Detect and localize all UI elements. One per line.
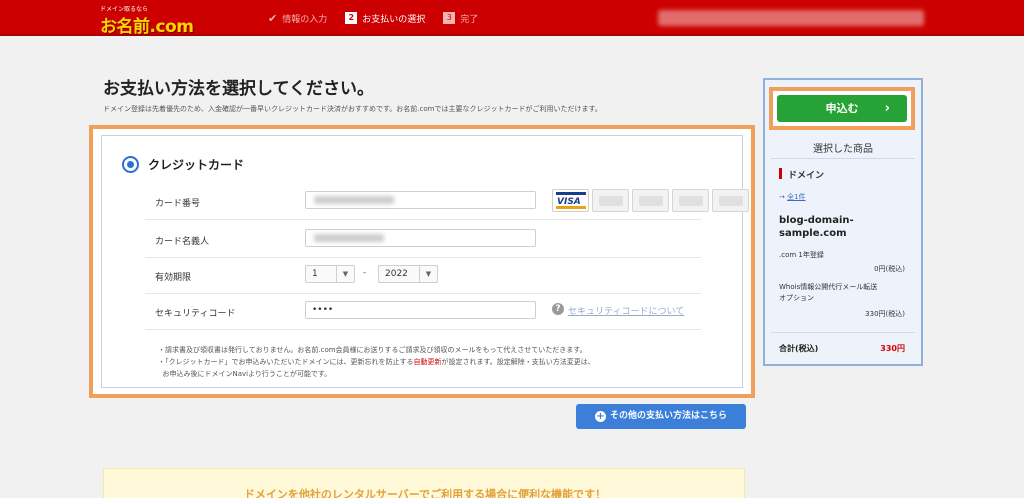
jcb-icon [632,189,669,212]
note-line-1: ・請求書及び領収書は発行しておりません。お名前.com会員様にお送りするご請求及… [158,346,587,354]
step-3-number: 3 [443,12,456,24]
logo-name: お名前.com [100,17,194,37]
expiry-label: 有効期限 [155,273,192,283]
security-code-label: セキュリティコード [155,309,236,319]
security-code-input[interactable]: •••• [305,301,536,319]
note-line-2: ・「クレジットカード」でお申込みいただいたドメインには、更新忘れを防止する自動更… [158,358,595,366]
other-payment-methods-button[interactable]: + その他の支払い方法はこちら [576,404,746,429]
step-2-label: お支払いの選択 [362,14,426,25]
page-description: ドメイン登録は先着優先のため、入金確認が一番早いクレジットカード決済がおすすめで… [103,105,602,113]
card-holder-input[interactable] [305,229,536,247]
domain-name-line-1: blog-domain- [779,215,854,226]
domain-name-line-2: sample.com [779,228,847,239]
progress-steps: ✔ 情報の入力 2 お支払いの選択 3 完了 [268,10,496,26]
mastercard-icon [592,189,629,212]
expiry-row: 有効期限 1 ▼ - 2022 ▼ [145,258,701,294]
step-2-number: 2 [345,12,358,24]
card-number-label: カード番号 [155,199,201,209]
payment-notes: ・請求書及び領収書は発行しておりません。お名前.com会員様にお送りするご請求及… [158,344,595,380]
security-code-row: セキュリティコード •••• ? セキュリティコードについて [145,294,701,330]
expiry-separator: - [363,268,367,278]
expiry-month-value: 1 [312,269,318,279]
visa-icon: VISA [552,189,589,212]
item-whois-price: 330円(税込) [865,310,905,318]
plus-icon: + [594,411,606,422]
card-holder-label: カード名義人 [155,237,210,247]
page-title: お支払い方法を選択してください。 [103,79,374,99]
domain-section-label: ドメイン [779,168,824,181]
domain-name: blog-domain- sample.com [779,214,854,240]
security-code-help-link[interactable]: セキュリティコードについて [568,304,684,317]
divider [771,332,915,333]
step-3: 3 完了 [443,12,478,25]
apply-button-label: 申込む [825,102,859,115]
diners-icon [712,189,749,212]
chevron-down-icon: ▼ [336,266,354,282]
card-holder-row: カード名義人 [145,222,701,258]
chevron-down-icon: ▼ [419,266,437,282]
step-3-label: 完了 [460,14,479,25]
card-number-input[interactable] [305,191,536,209]
selected-products-title: 選択した商品 [813,144,873,155]
expiry-year-value: 2022 [385,269,408,279]
card-number-row: カード番号 VISA [145,184,749,220]
chevron-right-icon: › [884,101,890,116]
card-brand-logos: VISA [552,189,752,212]
auto-renew-text: 自動更新 [413,358,442,366]
onamae-logo[interactable]: ドメイン取るなら お名前.com [100,4,195,37]
step-2: 2 お支払いの選択 [345,12,425,25]
order-summary-sidebar: 申込む › 選択した商品 ドメイン → 全1件 blog-domain- sam… [763,78,923,366]
item-count-toggle[interactable]: → 全1件 [779,192,806,202]
info-banner: ドメインを他社のレンタルサーバーでご利用する場合に便利な機能です！ [103,468,745,498]
step-1: ✔ 情報の入力 [268,12,327,25]
redacted-value [314,234,384,242]
apply-button[interactable]: 申込む › [777,95,907,122]
header-user-info-redacted [658,10,924,26]
expiry-month-select[interactable]: 1 ▼ [305,265,355,283]
divider [771,158,915,159]
info-banner-text: ドメインを他社のレンタルサーバーでご利用する場合に便利な機能です！ [243,488,607,498]
step-1-label: 情報の入力 [282,14,328,25]
credit-card-panel: クレジットカード カード番号 VISA カード名義人 有効期限 1 ▼ - 20… [89,125,755,398]
top-header: ドメイン取るなら お名前.com ✔ 情報の入力 2 お支払いの選択 3 完了 [0,0,1024,37]
total-label: 合計(税込) [779,344,819,353]
apply-highlight: 申込む › [769,87,915,130]
credit-card-form: クレジットカード カード番号 VISA カード名義人 有効期限 1 ▼ - 20… [101,135,749,388]
item-count-link[interactable]: 全1件 [787,193,805,201]
item-whois-label: Whois情報公開代行メール転送 オプション [779,283,878,302]
check-icon: ✔ [268,11,278,25]
redacted-value [314,196,394,204]
help-icon[interactable]: ? [552,303,564,315]
note-line-3: お申込み後にドメインNaviより行うことが可能です。 [162,370,332,378]
item-registration-label: .com 1年登録 [779,251,824,259]
amex-icon [672,189,709,212]
credit-card-radio[interactable] [122,156,139,173]
item-registration-price: 0円(税込) [874,265,905,273]
expiry-year-select[interactable]: 2022 ▼ [378,265,438,283]
other-payment-methods-label: その他の支払い方法はこちら [609,411,727,421]
total-value: 330円 [880,344,905,353]
credit-card-title[interactable]: クレジットカード [148,156,244,173]
